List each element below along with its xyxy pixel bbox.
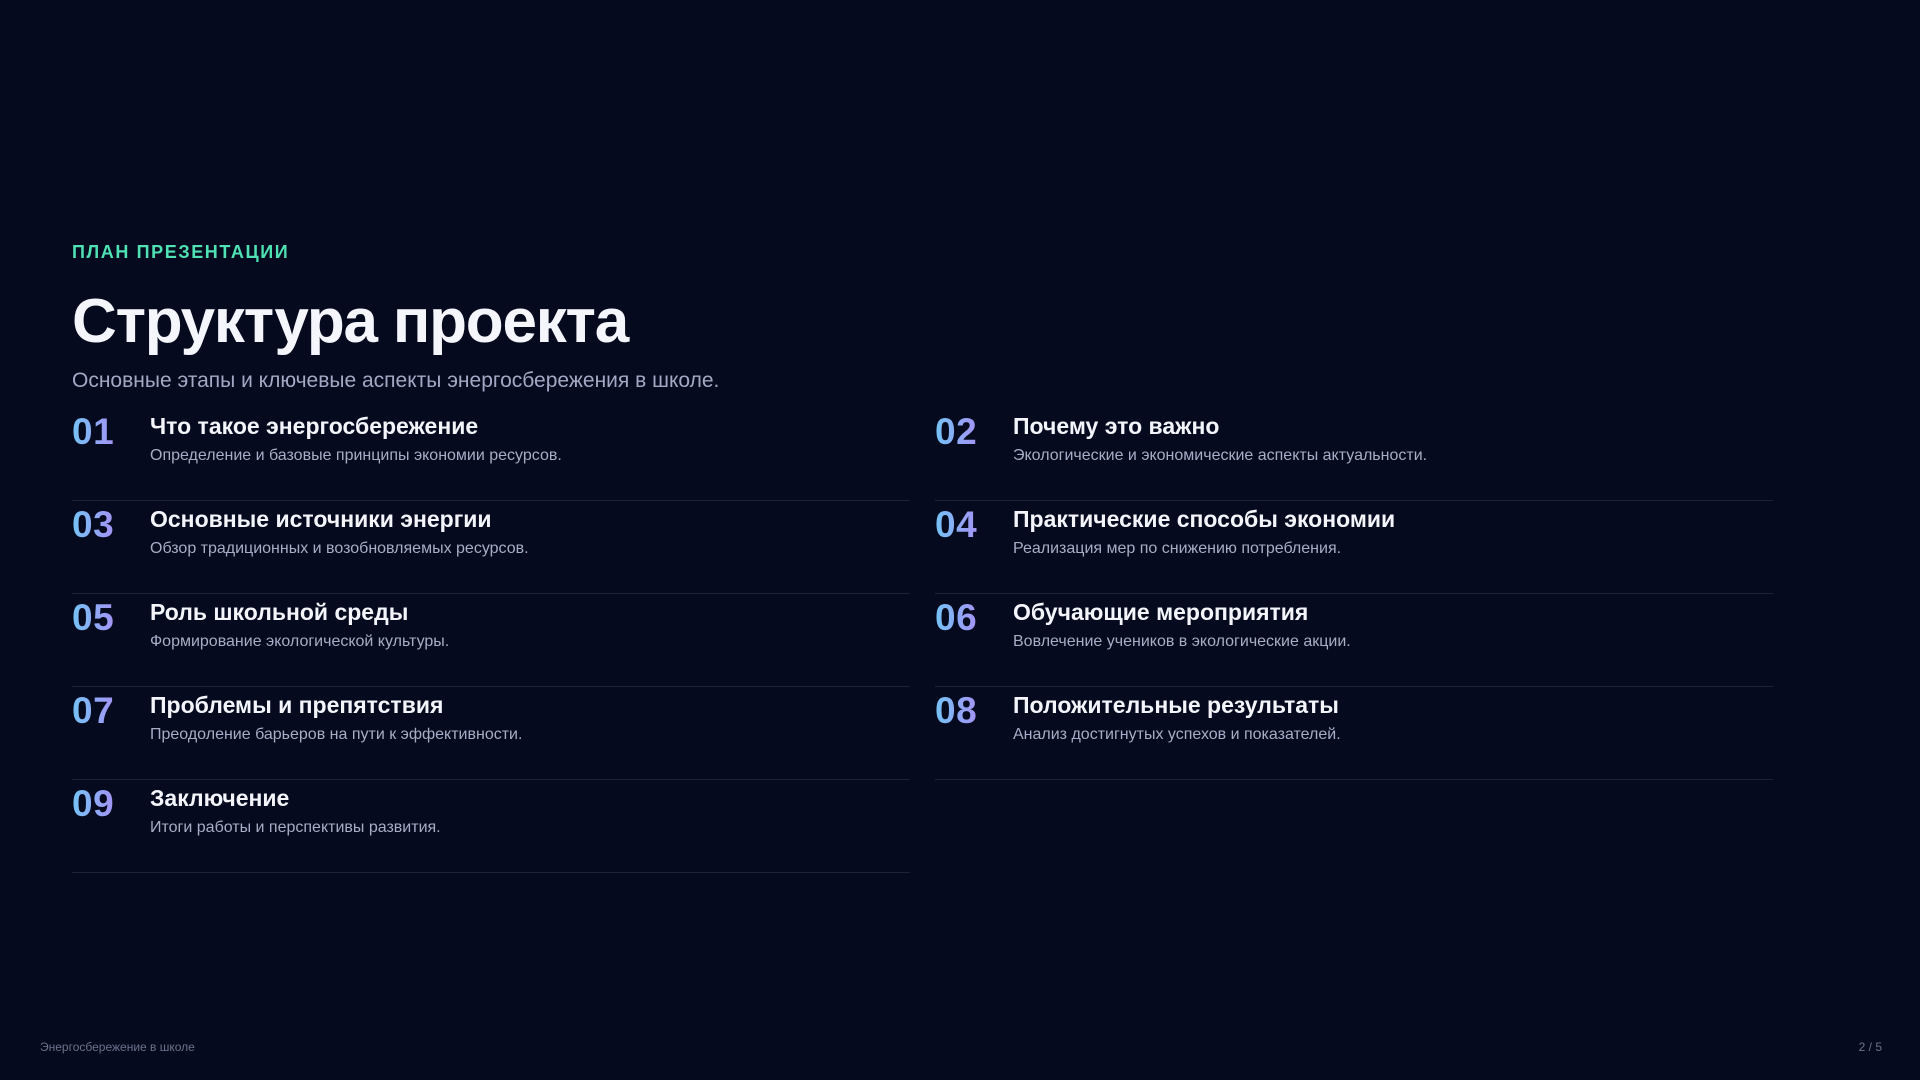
agenda-item-number: 04: [935, 504, 978, 545]
agenda-item-description: Реализация мер по снижению потребления.: [1013, 540, 1342, 557]
agenda-item: 06 Обучающие мероприятия Вовлечение учен…: [935, 594, 1773, 687]
agenda-item-title: Обучающие мероприятия: [1013, 599, 1309, 625]
agenda-item: 05 Роль школьной среды Формирование экол…: [72, 594, 910, 687]
agenda-item-title: Заключение: [150, 785, 290, 811]
agenda-item-number: 05: [72, 597, 115, 638]
agenda-item-description: Анализ достигнутых успехов и показателей…: [1013, 726, 1341, 743]
agenda-item-number: 09: [72, 783, 115, 824]
agenda-item-title: Проблемы и препятствия: [150, 692, 444, 718]
agenda-item-title: Практические способы экономии: [1013, 506, 1396, 532]
agenda-item-title: Что такое энергосбережение: [150, 413, 479, 439]
section-kicker: ПЛАН ПРЕЗЕНТАЦИИ: [72, 242, 290, 262]
agenda-item-title: Почему это важно: [1013, 413, 1220, 439]
agenda-item: 09 Заключение Итоги работы и перспективы…: [72, 780, 910, 873]
agenda-item: 04 Практические способы экономии Реализа…: [935, 501, 1773, 594]
agenda-item: 02 Почему это важно Экологические и экон…: [935, 408, 1773, 501]
agenda-item-description: Экологические и экономические аспекты ак…: [1013, 447, 1428, 464]
agenda-item-title: Основные источники энергии: [150, 506, 492, 532]
slide-subtitle: Основные этапы и ключевые аспекты энерго…: [72, 369, 720, 392]
agenda-item-description: Формирование экологической культуры.: [150, 633, 450, 650]
footer-presentation-title: Энергосбережение в школе: [40, 1040, 195, 1054]
agenda-item-number: 08: [935, 690, 978, 731]
agenda-grid: 01 Что такое энергосбережение Определени…: [72, 408, 1773, 873]
presentation-slide: ПЛАН ПРЕЗЕНТАЦИИ Структура проекта Основ…: [0, 0, 1920, 1080]
agenda-item: 07 Проблемы и препятствия Преодоление ба…: [72, 687, 910, 780]
agenda-item-description: Итоги работы и перспективы развития.: [150, 819, 441, 836]
agenda-item-description: Обзор традиционных и возобновляемых ресу…: [150, 540, 529, 557]
footer-page-number: 2 / 5: [1858, 1040, 1882, 1054]
agenda-item-number: 01: [72, 411, 115, 452]
agenda-item: 01 Что такое энергосбережение Определени…: [72, 408, 910, 501]
agenda-item: 03 Основные источники энергии Обзор трад…: [72, 501, 910, 594]
agenda-item-title: Роль школьной среды: [150, 599, 409, 625]
agenda-item-number: 03: [72, 504, 115, 545]
agenda-item-description: Определение и базовые принципы экономии …: [150, 447, 562, 464]
slide-header: ПЛАН ПРЕЗЕНТАЦИИ Структура проекта Основ…: [72, 240, 1772, 394]
agenda-item-description: Вовлечение учеников в экологические акци…: [1013, 633, 1351, 650]
agenda-item-description: Преодоление барьеров на пути к эффективн…: [150, 726, 523, 743]
agenda-item-number: 02: [935, 411, 978, 452]
agenda-item-number: 07: [72, 690, 115, 731]
agenda-item-number: 06: [935, 597, 978, 638]
slide-title: Структура проекта: [72, 287, 629, 356]
agenda-item: 08 Положительные результаты Анализ дости…: [935, 687, 1773, 780]
agenda-item-title: Положительные результаты: [1013, 692, 1339, 718]
